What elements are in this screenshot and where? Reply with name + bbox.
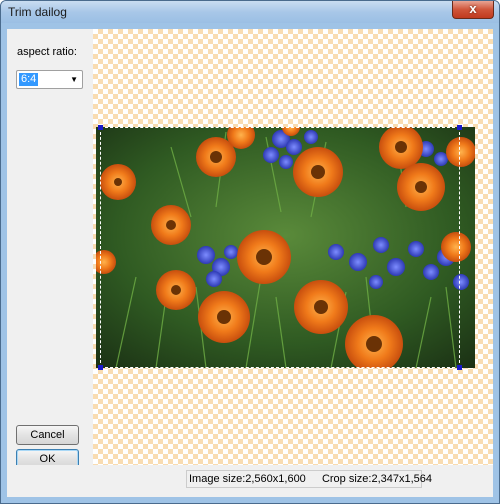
status-bar: Image size:2,560x1,600 Crop size:2,347x1…: [7, 465, 493, 497]
dialog-client-area: aspect ratio: 6:4 ▼ Cancel OK Image size…: [7, 29, 493, 497]
aspect-ratio-value: 6:4: [19, 73, 39, 86]
crop-handle-bottom-right[interactable]: [457, 365, 462, 370]
image-canvas[interactable]: [93, 29, 493, 465]
crop-handle-top-left[interactable]: [98, 125, 103, 130]
crop-handle-top-right[interactable]: [457, 125, 462, 130]
close-icon: x: [469, 1, 477, 16]
crop-selection[interactable]: [98, 125, 462, 370]
close-button[interactable]: x: [452, 1, 494, 19]
aspect-ratio-select[interactable]: 6:4 ▼: [16, 70, 83, 89]
trim-dialog-window: Trim dailog x aspect ratio: 6:4 ▼ Cancel…: [0, 0, 500, 504]
size-info-box: Image size:2,560x1,600 Crop size:2,347x1…: [186, 470, 432, 488]
image-size-text: Image size:2,560x1,600: [189, 473, 306, 485]
aspect-ratio-label: aspect ratio:: [17, 46, 77, 58]
dropdown-arrow-icon[interactable]: ▼: [70, 75, 78, 84]
window-title: Trim dailog: [8, 5, 67, 19]
crop-handle-bottom-left[interactable]: [98, 365, 103, 370]
settings-panel: aspect ratio: 6:4 ▼ Cancel OK: [7, 29, 93, 469]
title-bar[interactable]: Trim dailog x: [1, 1, 499, 23]
cancel-button[interactable]: Cancel: [16, 425, 79, 445]
crop-size-text: Crop size:2,347x1,564: [321, 473, 433, 485]
